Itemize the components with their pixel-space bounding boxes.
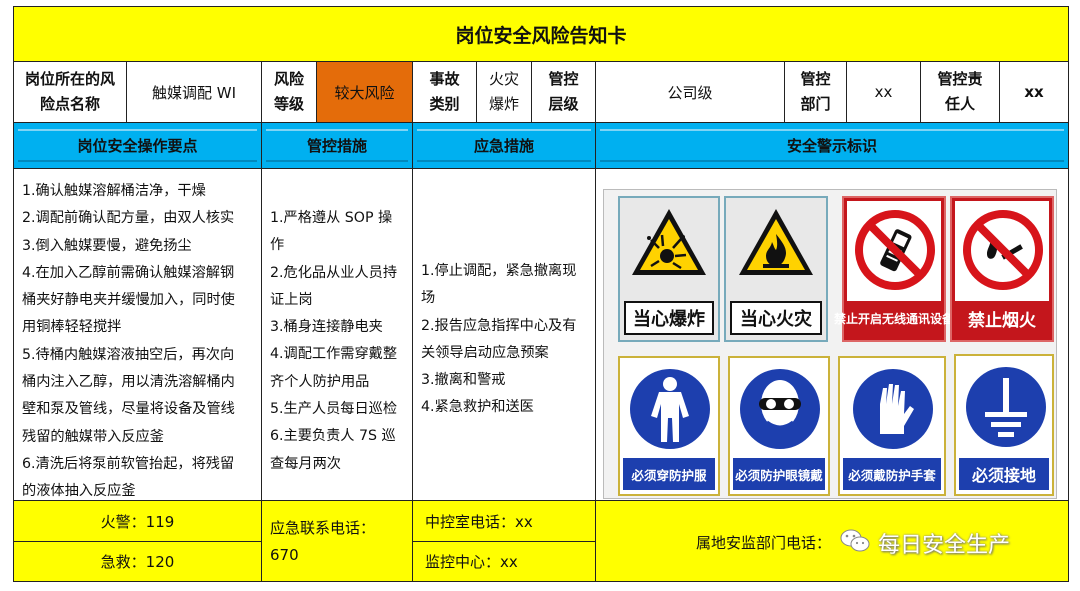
controls-line: 查每月两次 <box>270 455 341 472</box>
responsible-value: xx <box>999 61 1069 123</box>
emergency-line: 2.报告应急指挥中心及有 <box>421 317 577 334</box>
sign-explosion-warning: 当心爆炸 <box>618 196 720 342</box>
sign-label: 禁止烟火 <box>968 310 1036 331</box>
controls-text: 1.严格遵从 SOP 操 作 2.危化品从业人员持 证上岗 3.桶身连接静电夹 … <box>261 168 413 501</box>
watermark-text: 每日安全生产 <box>878 533 1011 558</box>
emergency-line: 4.紧急救护和送医 <box>421 399 534 416</box>
sign-no-fire: 禁止烟火 <box>950 196 1054 342</box>
section-operations-title: 岗位安全操作要点 <box>18 129 257 162</box>
fire-phone: 火警：119 <box>13 500 262 542</box>
emergency-phone-value: 670 <box>270 546 299 564</box>
operations-line: 残留的触媒带入反应釜 <box>22 428 164 445</box>
signs-panel: 当心爆炸 当心火灾 禁止开启无线通讯设备 禁止烟火 必须穿防护服 必须防护眼镜戴… <box>595 168 1069 501</box>
section-operations-header: 岗位安全操作要点 <box>13 122 262 169</box>
controls-line: 证上岗 <box>270 291 313 308</box>
control-level-value: 公司级 <box>595 61 785 123</box>
controls-line: 1.严格遵从 SOP 操 <box>270 210 393 226</box>
watermark: 每日安全生产 <box>840 527 1010 559</box>
emergency-line: 场 <box>421 290 436 307</box>
operations-line: 桶夹好静电夹并缓慢加入，同时使 <box>22 292 235 309</box>
monitor-center-phone: 监控中心：xx <box>412 541 596 582</box>
sign-label: 必须戴防护手套 <box>843 458 941 490</box>
operations-text: 1.确认触媒溶解桶洁净，干燥 2.调配前确认配方量，由双人核实 3.倒入触媒要慢… <box>13 168 262 501</box>
operations-line: 1.确认触媒溶解桶洁净，干燥 <box>22 183 206 199</box>
controls-line: 2.危化品从业人员持 <box>270 264 398 281</box>
controls-line: 3.桶身连接静电夹 <box>270 319 383 336</box>
operations-line: 壁和泵及管线，尽量将设备及管线 <box>22 401 235 418</box>
location-label: 岗位所在的风险点名称 <box>13 61 127 123</box>
controls-line: 4.调配工作需穿戴整 <box>270 346 398 363</box>
operations-line: 6.清洗后将泵前软管抬起，将残留 <box>22 455 235 472</box>
sign-label: 必须防护眼镜戴 <box>733 458 825 490</box>
section-controls-title: 管控措施 <box>266 129 408 162</box>
control-dept-value: xx <box>846 61 921 123</box>
section-signs-header: 安全警示标识 <box>595 122 1069 169</box>
section-emergency-header: 应急措施 <box>412 122 596 169</box>
emergency-line: 1.停止调配，紧急撤离现 <box>421 263 577 279</box>
section-controls-header: 管控措施 <box>261 122 413 169</box>
section-signs-title: 安全警示标识 <box>600 129 1064 162</box>
location-value: 触媒调配 WI <box>126 61 262 123</box>
emergency-line: 关领导启动应急预案 <box>421 344 549 361</box>
emergency-text: 1.停止调配，紧急撤离现 场 2.报告应急指挥中心及有 关领导启动应急预案 3.… <box>412 168 596 501</box>
card-title: 岗位安全风险告知卡 <box>13 6 1069 62</box>
ambulance-phone: 急救：120 <box>13 541 262 582</box>
emergency-line: 3.撤离和警戒 <box>421 372 506 389</box>
sign-no-wireless: 禁止开启无线通讯设备 <box>834 196 955 342</box>
operations-line: 桶内注入乙醇，用以清洗溶解桶内 <box>22 374 235 391</box>
operations-line: 3.倒入触媒要慢，避免扬尘 <box>22 237 192 254</box>
control-dept-label: 管控部门 <box>784 61 847 123</box>
controls-line: 齐个人防护用品 <box>270 373 370 390</box>
responsible-label: 管控责任人 <box>920 61 1000 123</box>
sign-protective-suit: 必须穿防护服 <box>618 356 720 496</box>
operations-line: 5.待桶内触媒溶液抽空后，再次向 <box>22 346 235 363</box>
risk-level-label: 风险等级 <box>261 61 317 123</box>
controls-line: 5.生产人员每日巡检 <box>270 401 398 418</box>
signs-board: 当心爆炸 当心火灾 禁止开启无线通讯设备 禁止烟火 必须穿防护服 必须防护眼镜戴… <box>603 189 1057 499</box>
emergency-phone-label: 应急联系电话： <box>270 519 376 537</box>
emergency-contact: 应急联系电话： 670 <box>261 500 413 582</box>
control-level-label: 管控层级 <box>531 61 596 123</box>
operations-line: 用铜棒轻轻搅拌 <box>22 319 122 336</box>
sign-label: 必须穿防护服 <box>623 458 715 490</box>
operations-line: 2.调配前确认配方量，由双人核实 <box>22 210 235 227</box>
sign-fire-warning: 当心火灾 <box>724 196 828 342</box>
controls-line: 6.主要负责人 7S 巡 <box>270 428 396 445</box>
wechat-icon <box>840 528 870 558</box>
control-room-phone: 中控室电话：xx <box>412 500 596 542</box>
accident-type-value: 火灾爆炸 <box>476 61 532 123</box>
sign-label: 当心火灾 <box>730 301 822 335</box>
section-emergency-title: 应急措施 <box>417 129 591 162</box>
sign-label: 当心爆炸 <box>624 301 714 335</box>
risk-level-value: 较大风险 <box>316 61 413 123</box>
supervision-phone: 属地安监部门电话： <box>696 534 832 552</box>
sign-label: 必须接地 <box>959 458 1049 490</box>
accident-type-label: 事故类别 <box>412 61 477 123</box>
sign-label: 禁止开启无线通讯设备 <box>834 311 955 326</box>
controls-line: 作 <box>270 237 285 254</box>
operations-line: 4.在加入乙醇前需确认触媒溶解钢 <box>22 264 235 281</box>
sign-grounding: 必须接地 <box>954 354 1054 496</box>
sign-gloves: 必须戴防护手套 <box>838 356 946 496</box>
sign-goggles: 必须防护眼镜戴 <box>728 356 830 496</box>
supervision-phone-cell: 属地安监部门电话： 每日安全生产 <box>595 500 1069 582</box>
